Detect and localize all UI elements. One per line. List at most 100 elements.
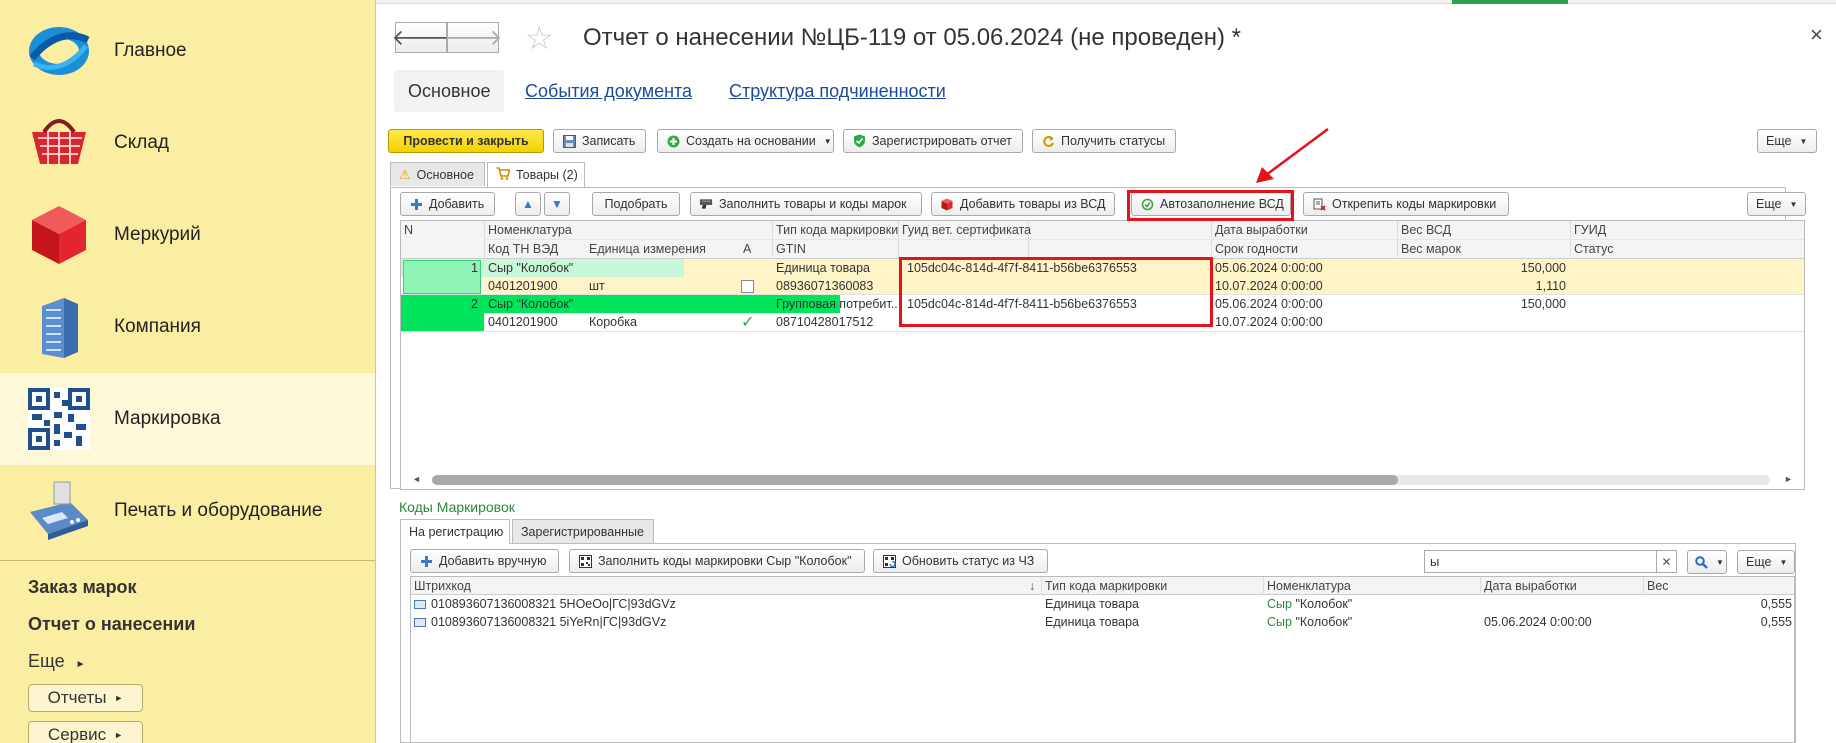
- code-row-1-barcode[interactable]: 010893607136008321 5HOeOo|ГС|93dGVz: [428, 595, 676, 613]
- more-button[interactable]: Еще ▼: [1757, 129, 1817, 153]
- row-1-marks-weight[interactable]: 1,110: [1398, 277, 1566, 295]
- sidebar-link-order-marks[interactable]: Заказ марок: [28, 577, 137, 598]
- header-code-type[interactable]: Тип кода маркировки: [1042, 577, 1167, 595]
- move-up-button[interactable]: ▲: [515, 192, 541, 216]
- sidebar-item-main[interactable]: Главное: [0, 5, 375, 97]
- sidebar-more-link[interactable]: Еще ►: [28, 651, 86, 672]
- row-separator: [401, 331, 1804, 332]
- row-1-expiry[interactable]: 10.07.2024 0:00:00: [1212, 277, 1323, 295]
- add-goods-from-vsd-button[interactable]: Добавить товары из ВСД: [931, 192, 1115, 216]
- reports-button[interactable]: Отчеты ►: [28, 684, 143, 712]
- code-row-2-barcode[interactable]: 010893607136008321 5iYeRn|ГС|93dGVz: [428, 613, 666, 631]
- service-button[interactable]: Сервис ►: [28, 721, 143, 743]
- code-row-1-nomenclature[interactable]: Сыр "Колобок": [1264, 595, 1352, 613]
- tab-document-events[interactable]: События документа: [525, 70, 692, 112]
- row-2-nomenclature[interactable]: Сыр "Колобок": [485, 295, 685, 313]
- back-button[interactable]: 🡐: [392, 22, 451, 53]
- code-row-2-date[interactable]: 05.06.2024 0:00:00: [1481, 613, 1592, 631]
- header-unit[interactable]: Единица измерения: [586, 240, 706, 258]
- unlink-codes-button[interactable]: Открепить коды маркировки: [1303, 192, 1509, 216]
- globe-logo-icon: [29, 27, 90, 75]
- close-icon[interactable]: ×: [1810, 22, 1823, 48]
- get-statuses-button[interactable]: Получить статусы: [1032, 129, 1176, 153]
- check-icon: ✓: [741, 314, 755, 331]
- row-1-production-date[interactable]: 05.06.2024 0:00:00: [1212, 259, 1323, 277]
- sidebar-item-marking[interactable]: Маркировка: [0, 373, 375, 465]
- update-status-button[interactable]: Обновить статус из ЧЗ: [873, 549, 1048, 573]
- row-1-gtin[interactable]: 08936071360083: [773, 277, 873, 295]
- register-report-button[interactable]: Зарегистрировать отчет: [843, 129, 1023, 153]
- code-row-2-type[interactable]: Единица товара: [1042, 613, 1139, 631]
- row-2-production-date[interactable]: 05.06.2024 0:00:00: [1212, 295, 1323, 313]
- row-2-gtin[interactable]: 08710428017512: [773, 313, 873, 331]
- header-weight[interactable]: Вес: [1644, 577, 1669, 595]
- header-code-type[interactable]: Тип кода маркировки: [773, 221, 898, 239]
- row-2-vsd-weight[interactable]: 150,000: [1398, 295, 1566, 313]
- fill-marking-codes-button[interactable]: Заполнить коды маркировки Сыр "Колобок": [569, 549, 865, 573]
- header-expiry[interactable]: Срок годности: [1212, 240, 1298, 258]
- inner-tab-main[interactable]: ⚠ Основное: [390, 162, 485, 186]
- scroll-left-icon[interactable]: ◄: [412, 474, 421, 484]
- horizontal-scrollbar-thumb[interactable]: [432, 475, 1398, 485]
- sidebar-item-company[interactable]: Компания: [0, 281, 375, 373]
- header-barcode[interactable]: Штрихкод: [411, 577, 471, 595]
- header-gtin[interactable]: GTIN: [773, 240, 806, 258]
- row-1-nomenclature[interactable]: Сыр "Колобок": [485, 259, 685, 277]
- post-and-close-button[interactable]: Провести и закрыть: [388, 129, 544, 153]
- tab-subordination-structure[interactable]: Структура подчиненности: [729, 70, 946, 112]
- sidebar-item-label: Меркурий: [114, 224, 201, 245]
- header-a[interactable]: А: [740, 240, 751, 258]
- row-2-expiry[interactable]: 10.07.2024 0:00:00: [1212, 313, 1323, 331]
- create-based-on-button[interactable]: Создать на основании ▼: [657, 129, 834, 153]
- code-row-1-type[interactable]: Единица товара: [1042, 595, 1139, 613]
- fill-goods-and-codes-button[interactable]: Заполнить товары и коды марок: [690, 192, 922, 216]
- row-2-tn-ved[interactable]: 0401201900: [485, 313, 558, 331]
- tab-main[interactable]: Основное: [394, 70, 505, 112]
- header-tn-ved[interactable]: Код ТН ВЭД: [485, 240, 558, 258]
- header-production-date[interactable]: Дата выработки: [1481, 577, 1577, 595]
- code-row-2-weight[interactable]: 0,555: [1644, 613, 1792, 631]
- sort-down-icon[interactable]: ↓: [1026, 577, 1035, 595]
- add-manually-button[interactable]: Добавить вручную: [410, 549, 559, 573]
- row-2-code-type[interactable]: Групповая потребит...: [773, 295, 897, 313]
- move-down-button[interactable]: ▼: [544, 192, 570, 216]
- save-button[interactable]: Записать: [553, 129, 646, 153]
- header-production-date[interactable]: Дата выработки: [1212, 221, 1308, 239]
- star-icon[interactable]: ☆: [525, 22, 554, 54]
- header-nomenclature[interactable]: Номенклатура: [485, 221, 572, 239]
- tab-for-registration[interactable]: На регистрацию: [400, 519, 510, 544]
- tab-registered[interactable]: Зарегистрированные: [512, 519, 654, 543]
- arrow-left-icon: 🡐: [391, 24, 451, 50]
- header-vsd-weight[interactable]: Вес ВСД: [1398, 221, 1451, 239]
- row-1-code-type[interactable]: Единица товара: [773, 259, 897, 277]
- row-1-unit[interactable]: шт: [586, 277, 605, 295]
- fill-goods-and-codes-label: Заполнить товары и коды марок: [719, 197, 907, 211]
- code-row-2-nomenclature[interactable]: Сыр "Колобок": [1264, 613, 1352, 631]
- codes-more-button[interactable]: Еще ▼: [1737, 550, 1795, 574]
- header-marks-weight[interactable]: Вес марок: [1398, 240, 1461, 258]
- search-input[interactable]: [1424, 550, 1657, 573]
- header-nomenclature[interactable]: Номенклатура: [1264, 577, 1351, 595]
- row-1-vsd-weight[interactable]: 150,000: [1398, 259, 1566, 277]
- pick-button[interactable]: Подобрать: [592, 192, 680, 216]
- row-1-tn-ved[interactable]: 0401201900: [485, 277, 558, 295]
- code-row-1-date[interactable]: [1481, 595, 1484, 613]
- sidebar-item-mercury[interactable]: Меркурий: [0, 189, 375, 281]
- goods-more-button[interactable]: Еще ▼: [1747, 192, 1806, 216]
- header-guid[interactable]: ГУИД: [1571, 221, 1606, 239]
- header-status[interactable]: Статус: [1571, 240, 1614, 258]
- add-row-button[interactable]: Добавить: [400, 192, 495, 216]
- search-button[interactable]: ▼: [1687, 550, 1727, 574]
- header-vet-guid[interactable]: Гуид вет. сертификата: [899, 221, 1031, 239]
- scroll-right-icon[interactable]: ►: [1784, 474, 1793, 484]
- inner-tab-goods[interactable]: Товары (2): [487, 162, 585, 187]
- sidebar-item-printing[interactable]: Печать и оборудование: [0, 465, 375, 557]
- row-1-a-checkbox[interactable]: [741, 280, 754, 293]
- header-n[interactable]: N: [401, 221, 413, 239]
- row-2-unit[interactable]: Коробка: [586, 313, 637, 331]
- sidebar-item-warehouse[interactable]: Склад: [0, 97, 375, 189]
- sidebar-link-application-report[interactable]: Отчет о нанесении: [28, 614, 195, 635]
- clear-search-icon[interactable]: ✕: [1656, 550, 1677, 573]
- code-row-1-weight[interactable]: 0,555: [1644, 595, 1792, 613]
- forward-button[interactable]: 🡒: [444, 22, 503, 53]
